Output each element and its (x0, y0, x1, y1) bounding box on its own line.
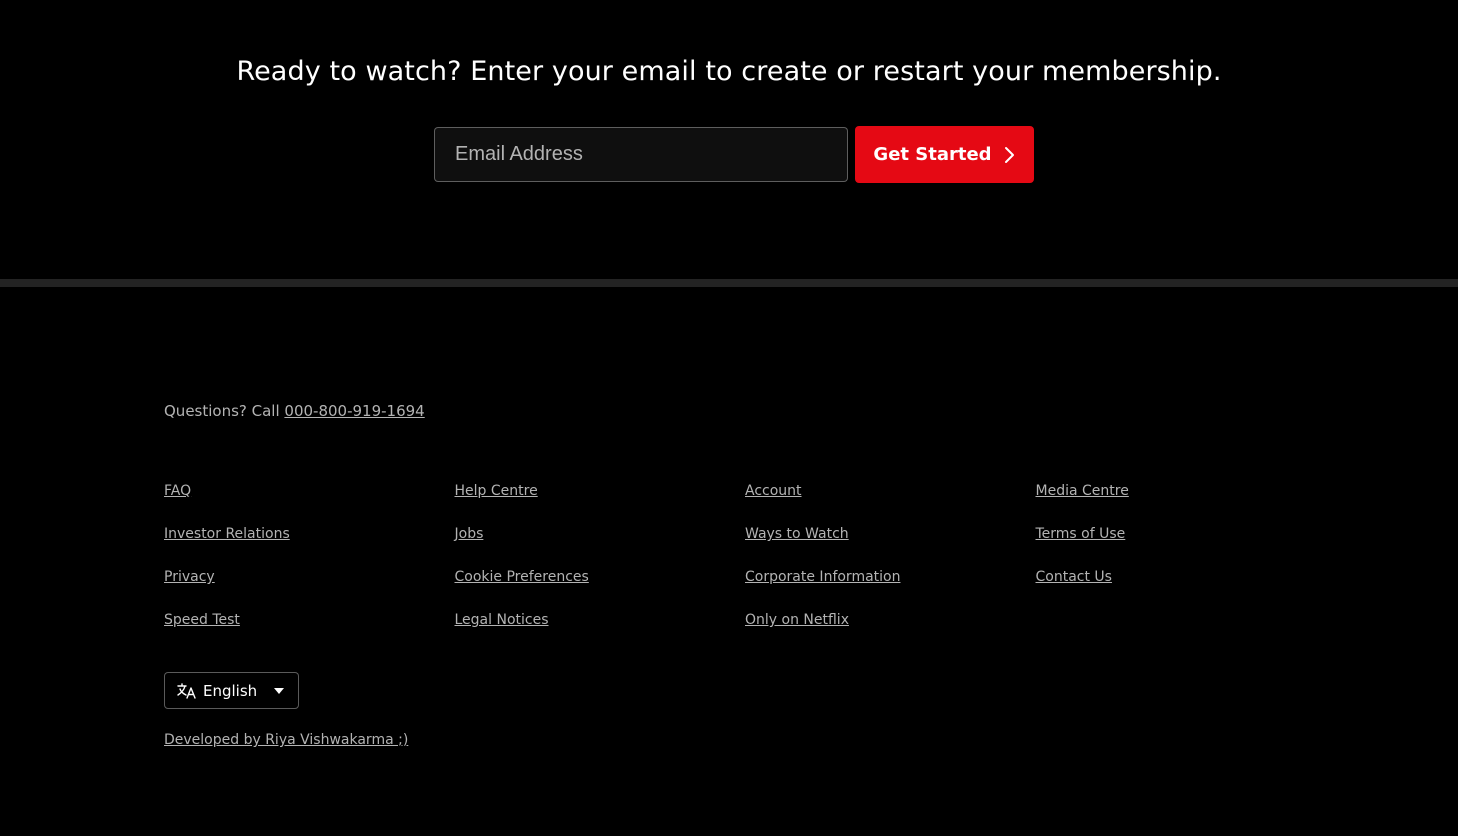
footer-link-investor-relations[interactable]: Investor Relations (164, 526, 290, 542)
footer-links-grid: FAQ Help Centre Account Media Centre Inv… (164, 483, 1326, 655)
email-signup-form: Get Started (434, 126, 1034, 183)
footer-link-corporate-information[interactable]: Corporate Information (745, 569, 900, 585)
developer-credit-link[interactable]: Developed by Riya Vishwakarma ;) (164, 732, 408, 748)
footer-link-contact-us[interactable]: Contact Us (1036, 569, 1112, 585)
footer-link-speed-test[interactable]: Speed Test (164, 612, 240, 628)
chevron-right-icon (1002, 146, 1016, 164)
questions-label: Questions? Call (164, 402, 285, 420)
section-divider (0, 279, 1458, 287)
footer-link-ways-to-watch[interactable]: Ways to Watch (745, 526, 849, 542)
translate-icon (177, 682, 197, 699)
phone-link[interactable]: 000-800-919-1694 (284, 402, 424, 420)
language-label: English (203, 681, 258, 700)
footer: Questions? Call 000-800-919-1694 FAQ Hel… (0, 287, 1458, 836)
cta-heading: Ready to watch? Enter your email to crea… (236, 56, 1222, 87)
footer-link-help-centre[interactable]: Help Centre (455, 483, 538, 499)
footer-link-cookie-preferences[interactable]: Cookie Preferences (455, 569, 589, 585)
caret-down-icon (273, 687, 285, 695)
footer-link-privacy[interactable]: Privacy (164, 569, 215, 585)
footer-link-media-centre[interactable]: Media Centre (1036, 483, 1129, 499)
membership-cta: Ready to watch? Enter your email to crea… (0, 0, 1458, 279)
language-selector[interactable]: English (164, 672, 299, 709)
footer-link-only-on-netflix[interactable]: Only on Netflix (745, 612, 849, 628)
footer-link-jobs[interactable]: Jobs (455, 526, 484, 542)
email-input[interactable] (434, 127, 848, 182)
footer-link-legal-notices[interactable]: Legal Notices (455, 612, 549, 628)
footer-link-faq[interactable]: FAQ (164, 483, 191, 499)
footer-link-terms-of-use[interactable]: Terms of Use (1036, 526, 1126, 542)
footer-questions: Questions? Call 000-800-919-1694 (164, 402, 425, 420)
get-started-button[interactable]: Get Started (855, 126, 1034, 183)
footer-link-account[interactable]: Account (745, 483, 802, 499)
get-started-label: Get Started (873, 144, 992, 165)
